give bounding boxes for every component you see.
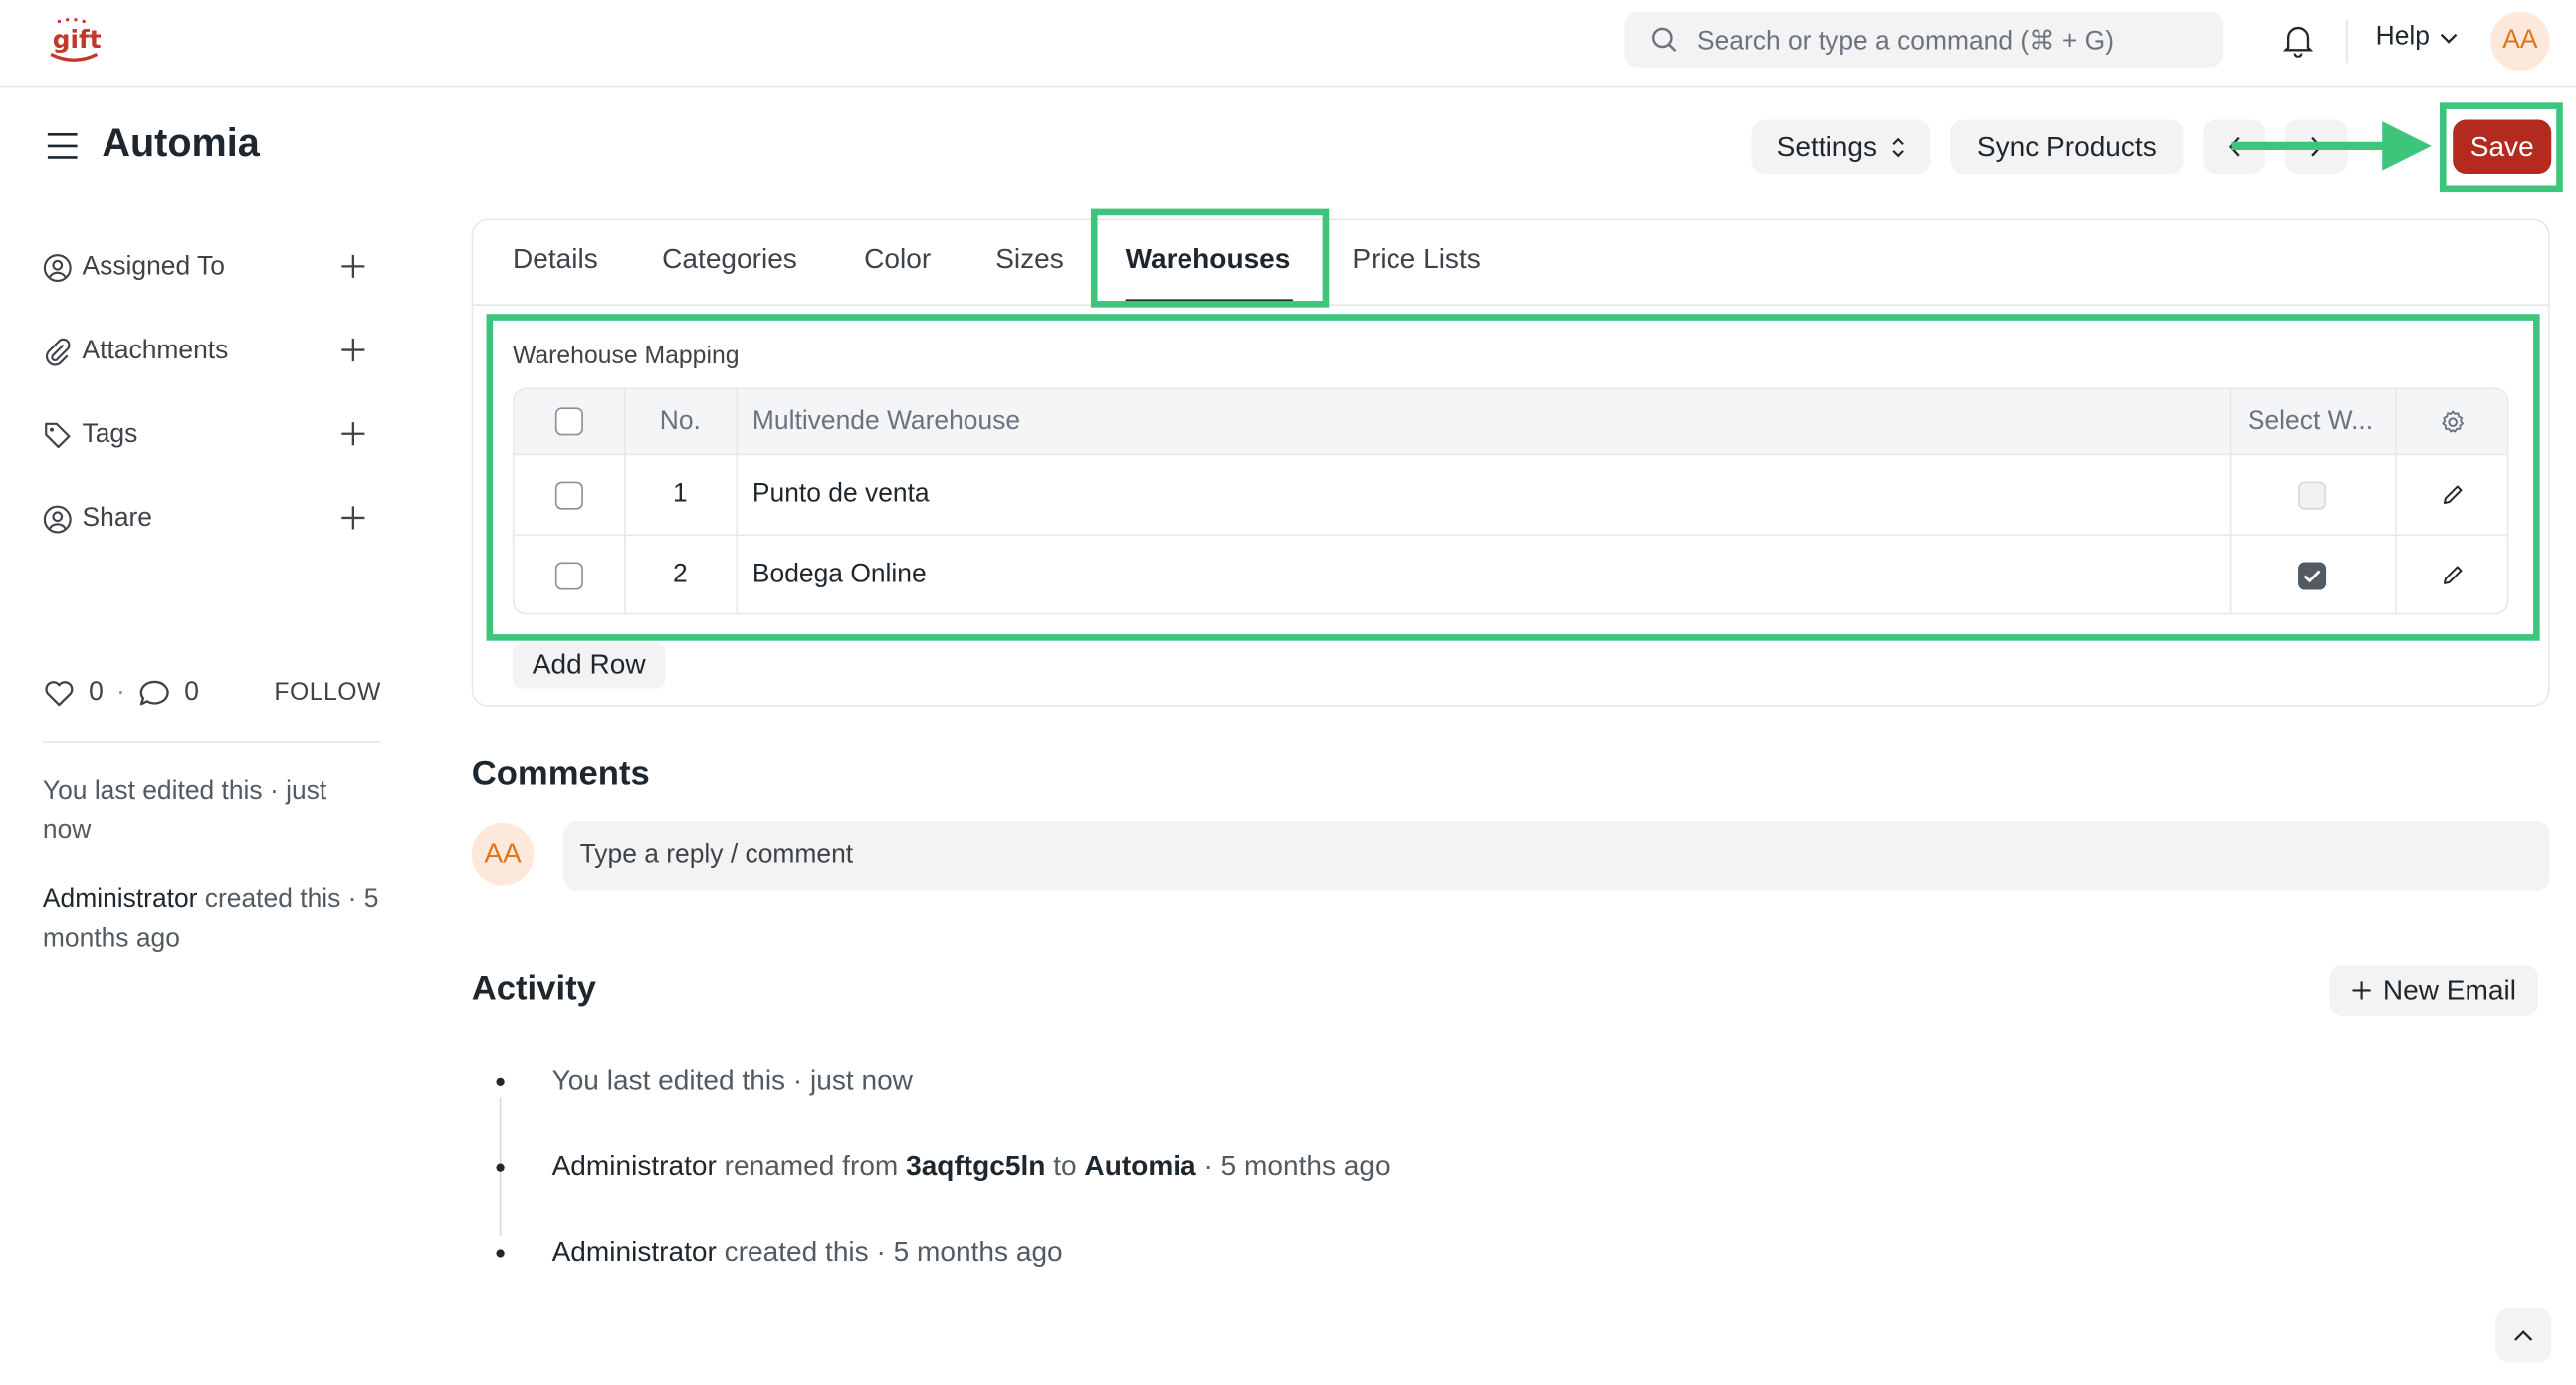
- plus-icon[interactable]: [338, 503, 368, 533]
- navbar-divider: [2345, 19, 2348, 63]
- share-user-icon: [43, 505, 72, 534]
- tag-icon: [45, 422, 71, 449]
- comments-heading: Comments: [471, 754, 650, 793]
- sidebar-item-label: Assigned To: [82, 253, 225, 282]
- save-highlight-box: [2439, 102, 2563, 193]
- follow-button[interactable]: FOLLOW: [274, 679, 381, 707]
- comment-icon[interactable]: [138, 679, 171, 709]
- created-by: Administrator: [42, 885, 198, 914]
- sidebar-item-label: Share: [82, 504, 153, 533]
- table-highlight-box: [486, 314, 2540, 641]
- comment-count: 0: [184, 678, 199, 707]
- activity-from: 3aqftgc5ln: [906, 1150, 1046, 1182]
- activity-actor: Administrator: [551, 1150, 717, 1182]
- sidebar-item-tags[interactable]: Tags: [43, 416, 381, 456]
- sidebar-item-attachments[interactable]: Attachments: [43, 332, 381, 371]
- activity-to-word: to: [1045, 1150, 1085, 1182]
- up-down-chevron-icon: [1891, 136, 1904, 157]
- search-input[interactable]: Search or type a command (⌘ + G): [1697, 25, 2114, 58]
- last-edited-text: You last edited this · just now: [42, 777, 327, 845]
- bell-icon[interactable]: [2282, 23, 2315, 58]
- comment-input[interactable]: Type a reply / comment: [563, 821, 2550, 891]
- like-count: 0: [89, 678, 104, 707]
- app-frame: gift Search or type a command (⌘ + G) He…: [0, 0, 2576, 1385]
- stats-separator: ·: [116, 678, 125, 707]
- search-icon: [1651, 27, 1677, 53]
- app-logo[interactable]: gift: [46, 15, 102, 65]
- chevron-up-icon: [2514, 1329, 2533, 1340]
- activity-heading: Activity: [471, 969, 596, 1008]
- paperclip-icon: [45, 338, 71, 366]
- scroll-to-top-button[interactable]: [2495, 1307, 2552, 1363]
- activity-to: Automia: [1084, 1150, 1196, 1182]
- annotation-arrow-icon: [2231, 121, 2432, 171]
- activity-item: You last edited this · just now: [496, 1065, 913, 1098]
- sidebar-item-assigned-to[interactable]: Assigned To: [43, 248, 381, 288]
- activity-mid: renamed from: [716, 1150, 907, 1182]
- tab-details[interactable]: Details: [513, 243, 598, 276]
- svg-text:gift: gift: [53, 25, 102, 54]
- activity-text: You last edited this · just now: [551, 1064, 913, 1096]
- tab-categories[interactable]: Categories: [662, 243, 797, 276]
- plus-icon: [2353, 981, 2372, 1000]
- plus-icon[interactable]: [338, 336, 368, 365]
- tab-sizes[interactable]: Sizes: [995, 243, 1064, 276]
- timeline-dot: [496, 1162, 505, 1171]
- like-comment-stats: 0 · 0 FOLLOW: [43, 675, 381, 711]
- sidebar-item-label: Tags: [82, 420, 138, 449]
- new-email-label: New Email: [2382, 973, 2516, 1006]
- activity-time: · 5 months ago: [1195, 1150, 1391, 1182]
- tab-highlight-box: [1090, 208, 1330, 308]
- plus-icon[interactable]: [338, 252, 368, 282]
- activity-actor: Administrator: [551, 1236, 717, 1268]
- timeline-dot: [496, 1248, 505, 1257]
- user-avatar[interactable]: AA: [2490, 11, 2550, 71]
- user-add-icon: [43, 254, 72, 282]
- sync-products-button[interactable]: Sync Products: [1950, 119, 2184, 174]
- sidebar-divider: [42, 741, 381, 744]
- sidebar-item-share[interactable]: Share: [43, 500, 381, 540]
- help-menu[interactable]: Help: [2376, 23, 2458, 53]
- help-label: Help: [2375, 23, 2430, 52]
- activity-rest: created this · 5 months ago: [716, 1236, 1063, 1268]
- add-row-button[interactable]: Add Row: [512, 642, 666, 689]
- activity-item: Administrator created this · 5 months ag…: [496, 1236, 1063, 1269]
- comment-avatar: AA: [471, 822, 535, 886]
- tab-color[interactable]: Color: [864, 243, 931, 276]
- plus-icon[interactable]: [338, 419, 368, 449]
- tab-price-lists[interactable]: Price Lists: [1352, 243, 1480, 276]
- timeline-dot: [496, 1076, 505, 1086]
- new-email-button[interactable]: New Email: [2329, 964, 2539, 1017]
- settings-button[interactable]: Settings: [1751, 119, 1931, 174]
- sidebar-toggle-icon[interactable]: [46, 131, 79, 161]
- page-title: Automia: [102, 121, 260, 166]
- created-text: Administrator created this · 5 months ag…: [43, 881, 381, 960]
- sidebar-item-label: Attachments: [82, 337, 229, 365]
- top-navbar: gift Search or type a command (⌘ + G) He…: [0, 0, 2576, 88]
- settings-label: Settings: [1776, 130, 1878, 162]
- search-bar[interactable]: Search or type a command (⌘ + G): [1624, 11, 2224, 68]
- chevron-down-icon: [2440, 33, 2458, 43]
- activity-item: Administrator renamed from 3aqftgc5ln to…: [496, 1150, 1391, 1183]
- heart-icon[interactable]: [43, 679, 76, 709]
